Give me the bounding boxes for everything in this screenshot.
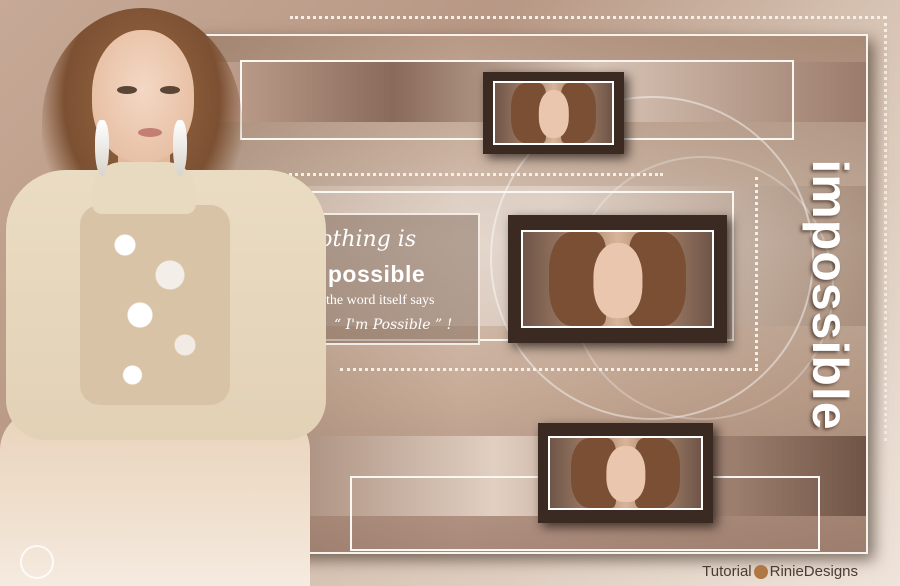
- portrait-thumbnail-top: [483, 72, 624, 154]
- eye: [160, 86, 180, 94]
- artwork-canvas: Nothing is impossible the word itself sa…: [0, 0, 900, 586]
- quote-line-4: “ I'm Possible ” !: [334, 317, 453, 333]
- portrait-photo: [493, 81, 614, 145]
- portrait-photo: [521, 230, 714, 328]
- right-dotted-line: [884, 16, 887, 441]
- woman-portrait: [0, 0, 330, 586]
- credit-prefix: Tutorial: [702, 563, 752, 580]
- lower-dotted-line: [340, 368, 758, 371]
- vertical-title: impossible: [802, 159, 858, 431]
- floral-lace-panel: [80, 205, 230, 405]
- credit-brand: RinieDesigns: [769, 563, 858, 580]
- portrait-photo: [548, 436, 703, 510]
- earring: [173, 120, 187, 176]
- portrait-thumbnail-bottom: [538, 423, 713, 523]
- eye: [117, 86, 137, 94]
- lips: [138, 128, 162, 137]
- portrait-thumbnail-middle: [508, 215, 727, 343]
- mid-dotted-vline: [755, 177, 758, 367]
- quote-line-3: the word itself says: [326, 293, 435, 308]
- earring: [95, 120, 109, 176]
- top-dotted-line: [290, 16, 886, 19]
- rinie-logo-icon: [753, 564, 768, 579]
- tutorial-credit: Tutorial RinieDesigns: [702, 563, 858, 580]
